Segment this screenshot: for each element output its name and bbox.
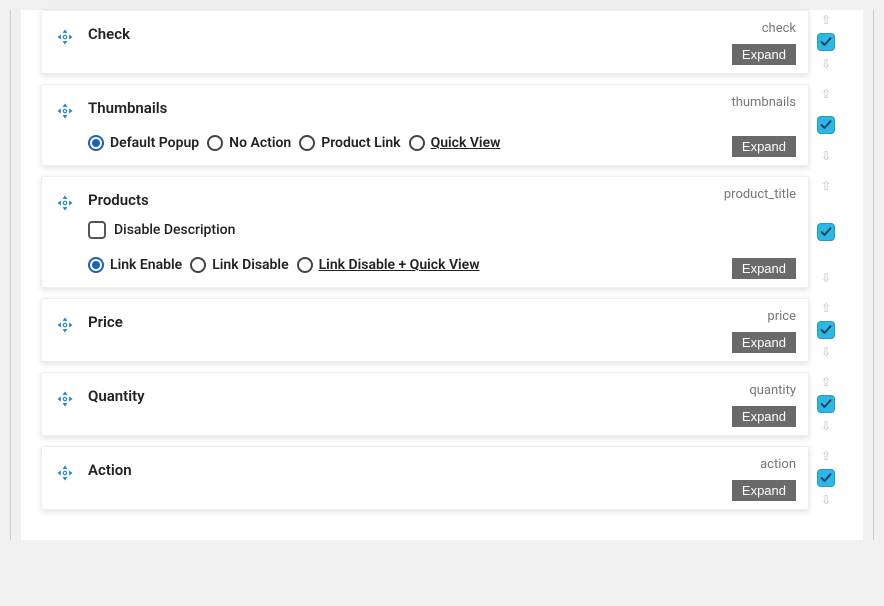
move-up-icon[interactable]: ⇧ [821, 302, 831, 314]
panel-slug: check [762, 21, 796, 36]
radio-option[interactable] [88, 135, 104, 151]
radio-label: No Action [229, 135, 291, 151]
drag-handle-icon[interactable] [55, 101, 75, 121]
move-down-icon[interactable]: ⇩ [821, 346, 831, 358]
columns-list: Check check Expand ⇧ ⇩ Thumbnails Default Po… [21, 10, 863, 540]
radio-label: Link Disable + Quick View [319, 257, 480, 273]
drag-handle-icon[interactable] [55, 193, 75, 213]
move-up-icon[interactable]: ⇧ [821, 376, 831, 388]
panel-title: Price [88, 313, 678, 331]
move-down-icon[interactable]: ⇩ [821, 420, 831, 432]
radio-option[interactable] [409, 135, 425, 151]
panel-slug: price [767, 309, 796, 324]
radio-label: Link Enable [110, 257, 182, 273]
panel-side-controls: ⇧ ⇩ [809, 84, 843, 166]
visibility-toggle[interactable] [817, 469, 835, 487]
checkbox-label: Disable Description [114, 222, 235, 238]
expand-button[interactable]: Expand [732, 44, 796, 65]
panel-price: Price price Expand [41, 298, 809, 362]
radio-option[interactable] [190, 257, 206, 273]
radio-option[interactable] [297, 257, 313, 273]
expand-button[interactable]: Expand [732, 480, 796, 501]
panel-title: Check [88, 25, 678, 43]
panel-title: Thumbnails [88, 99, 678, 117]
panel-title: Action [88, 461, 678, 479]
radio-option[interactable] [299, 135, 315, 151]
move-down-icon[interactable]: ⇩ [821, 58, 831, 70]
visibility-toggle[interactable] [817, 223, 835, 241]
panel-check: Check check Expand [41, 10, 809, 74]
panel-slug: action [760, 457, 796, 472]
panel-title: Quantity [88, 387, 678, 405]
panel-thumbnails: Thumbnails Default Popup No Action Product … [41, 84, 809, 166]
move-down-icon[interactable]: ⇩ [821, 494, 831, 506]
panel-side-controls: ⇧ ⇩ [809, 372, 843, 436]
move-down-icon[interactable]: ⇩ [821, 150, 831, 162]
disable-description-checkbox[interactable] [88, 221, 106, 239]
move-up-icon[interactable]: ⇧ [821, 450, 831, 462]
expand-button[interactable]: Expand [732, 136, 796, 157]
panel-side-controls: ⇧ ⇩ [809, 10, 843, 74]
panel-slug: thumbnails [731, 95, 796, 110]
drag-handle-icon[interactable] [55, 315, 75, 335]
radio-label: Default Popup [110, 135, 199, 151]
panel-slug: product_title [724, 187, 796, 202]
visibility-toggle[interactable] [817, 321, 835, 339]
panel-side-controls: ⇧ ⇩ [809, 176, 843, 288]
panel-products: Products Disable Description Link Enable Li… [41, 176, 809, 288]
panel-side-controls: ⇧ ⇩ [809, 298, 843, 362]
radio-option[interactable] [88, 257, 104, 273]
radio-label: Quick View [431, 135, 501, 151]
move-up-icon[interactable]: ⇧ [821, 88, 831, 100]
visibility-toggle[interactable] [817, 395, 835, 413]
panel-quantity: Quantity quantity Expand [41, 372, 809, 436]
panel-slug: quantity [749, 383, 796, 398]
drag-handle-icon[interactable] [55, 27, 75, 47]
expand-button[interactable]: Expand [732, 406, 796, 427]
drag-handle-icon[interactable] [55, 389, 75, 409]
panel-action: Action action Expand [41, 446, 809, 510]
radio-label: Link Disable [212, 257, 288, 273]
move-down-icon[interactable]: ⇩ [821, 272, 831, 284]
visibility-toggle[interactable] [817, 116, 835, 134]
drag-handle-icon[interactable] [55, 463, 75, 483]
expand-button[interactable]: Expand [732, 332, 796, 353]
expand-button[interactable]: Expand [732, 258, 796, 279]
visibility-toggle[interactable] [817, 33, 835, 51]
move-up-icon[interactable]: ⇧ [821, 14, 831, 26]
move-up-icon[interactable]: ⇧ [821, 180, 831, 192]
radio-label: Product Link [321, 135, 400, 151]
panel-title: Products [88, 191, 678, 209]
radio-option[interactable] [207, 135, 223, 151]
panel-side-controls: ⇧ ⇩ [809, 446, 843, 510]
